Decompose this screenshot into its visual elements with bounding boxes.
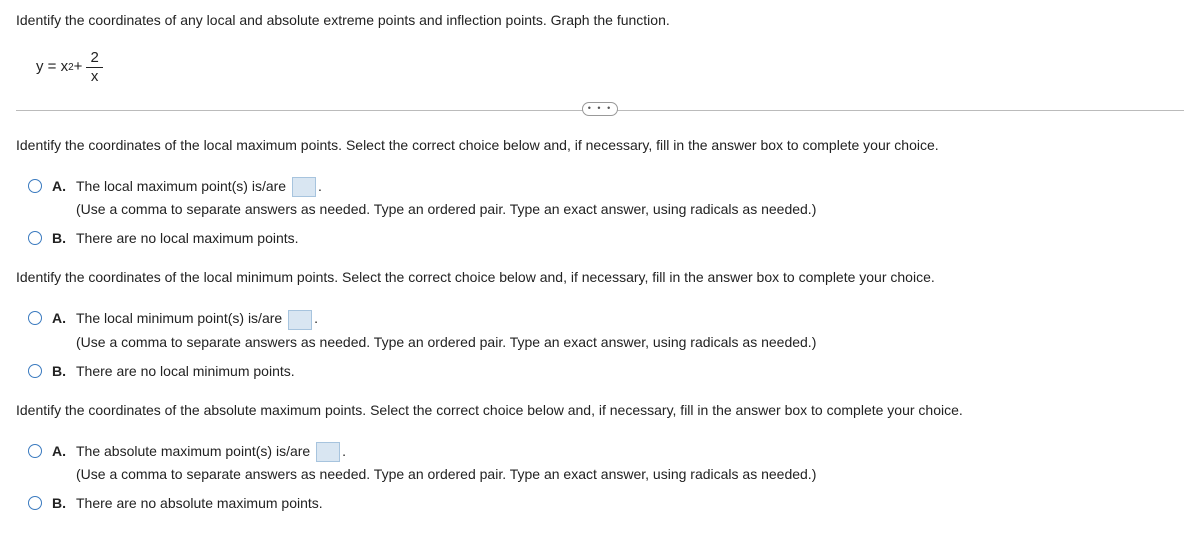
option-row: A. The absolute maximum point(s) is/are …	[28, 441, 1184, 485]
prompt-local-min: Identify the coordinates of the local mi…	[16, 267, 1184, 288]
prompt-local-max: Identify the coordinates of the local ma…	[16, 135, 1184, 156]
option-row: B. There are no absolute maximum points.	[28, 493, 1184, 514]
option-row: B. There are no local maximum points.	[28, 228, 1184, 249]
option-body: The local maximum point(s) is/are . (Use…	[76, 176, 1184, 220]
prompt-absolute-max: Identify the coordinates of the absolute…	[16, 400, 1184, 421]
option-instruction: (Use a comma to separate answers as need…	[76, 332, 1184, 353]
equation-fraction: 2 x	[86, 49, 102, 86]
option-text: There are no local maximum points.	[76, 228, 1184, 249]
option-letter: B.	[52, 493, 68, 514]
option-letter: A.	[52, 308, 68, 329]
equation: y = x 2 + 2 x	[36, 49, 1184, 86]
option-letter: A.	[52, 176, 68, 197]
radio-q2-b[interactable]	[28, 364, 42, 378]
answer-box-q3[interactable]	[316, 442, 340, 462]
question-local-max: Identify the coordinates of the local ma…	[16, 135, 1184, 249]
option-text-prefix: The local maximum point(s) is/are	[76, 178, 290, 194]
option-text: There are no absolute maximum points.	[76, 493, 1184, 514]
expand-pill[interactable]: • • •	[582, 102, 618, 116]
fraction-numerator: 2	[86, 49, 102, 68]
option-letter: B.	[52, 228, 68, 249]
option-letter: A.	[52, 441, 68, 462]
answer-box-q1[interactable]	[292, 177, 316, 197]
option-row: A. The local maximum point(s) is/are . (…	[28, 176, 1184, 220]
radio-q3-b[interactable]	[28, 496, 42, 510]
answer-box-q2[interactable]	[288, 310, 312, 330]
option-text-suffix: .	[314, 310, 318, 326]
option-row: B. There are no local minimum points.	[28, 361, 1184, 382]
radio-q1-b[interactable]	[28, 231, 42, 245]
option-text-prefix: The local minimum point(s) is/are	[76, 310, 286, 326]
option-letter: B.	[52, 361, 68, 382]
section-divider: • • •	[16, 110, 1184, 111]
option-body: The absolute maximum point(s) is/are . (…	[76, 441, 1184, 485]
equation-plus: +	[74, 56, 83, 79]
fraction-denominator: x	[87, 68, 103, 86]
option-text-suffix: .	[342, 443, 346, 459]
radio-q3-a[interactable]	[28, 444, 42, 458]
option-row: A. The local minimum point(s) is/are . (…	[28, 308, 1184, 352]
equation-lhs: y = x	[36, 56, 68, 79]
question-header: Identify the coordinates of any local an…	[16, 10, 1184, 31]
question-local-min: Identify the coordinates of the local mi…	[16, 267, 1184, 381]
option-body: The local minimum point(s) is/are . (Use…	[76, 308, 1184, 352]
option-text-suffix: .	[318, 178, 322, 194]
radio-q1-a[interactable]	[28, 179, 42, 193]
option-instruction: (Use a comma to separate answers as need…	[76, 199, 1184, 220]
option-text-prefix: The absolute maximum point(s) is/are	[76, 443, 314, 459]
radio-q2-a[interactable]	[28, 311, 42, 325]
option-text: There are no local minimum points.	[76, 361, 1184, 382]
question-absolute-max: Identify the coordinates of the absolute…	[16, 400, 1184, 514]
option-instruction: (Use a comma to separate answers as need…	[76, 464, 1184, 485]
